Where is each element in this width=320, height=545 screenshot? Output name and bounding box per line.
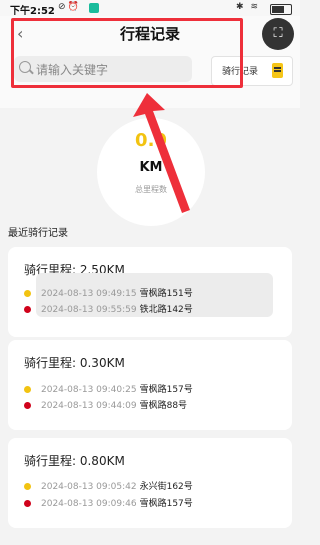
document-icon (272, 63, 283, 78)
total-distance-value: 0.0 (135, 130, 167, 151)
start-address: 雪枫路157号 (139, 385, 193, 395)
start-dot-icon (24, 290, 31, 297)
end-address: 铁北路142号 (139, 305, 193, 315)
status-icons: ⊘⏰ (58, 2, 81, 12)
app-notification-icon (89, 3, 99, 13)
ride-distance: 骑行里程: 0.30KM (24, 356, 125, 370)
start-point: 2024-08-13 09:40:25 雪枫路157号 (24, 382, 193, 395)
start-dot-icon (24, 386, 31, 393)
start-dot-icon (24, 483, 31, 490)
ride-records-label: 骑行记录 (222, 67, 259, 77)
ride-distance: 骑行里程: 0.80KM (24, 454, 125, 468)
search-icon (19, 61, 31, 73)
search-input[interactable] (34, 59, 188, 81)
end-dot-icon (24, 402, 31, 409)
total-distance-label: 总里程数 (135, 185, 167, 194)
end-point: 2024-08-13 09:55:59 铁北路142号 (24, 302, 193, 315)
start-time: 2024-08-13 09:49:15 (41, 289, 137, 299)
start-point: 2024-08-13 09:49:15 雪枫路151号 (24, 286, 193, 299)
start-address: 永兴街162号 (139, 482, 193, 492)
battery-icon (270, 4, 292, 15)
end-time: 2024-08-13 09:44:09 (41, 401, 137, 411)
total-distance-summary: 0.0 KM 总里程数 (97, 118, 205, 226)
status-bar: 下午2:52 ⊘⏰ ✱ ≋ (0, 0, 300, 17)
total-distance-unit: KM (139, 160, 163, 175)
start-point: 2024-08-13 09:05:42 永兴街162号 (24, 479, 193, 492)
end-dot-icon (24, 500, 31, 507)
end-dot-icon (24, 306, 31, 313)
start-time: 2024-08-13 09:05:42 (41, 482, 137, 492)
end-time: 2024-08-13 09:09:46 (41, 499, 137, 509)
search-box[interactable] (14, 56, 192, 82)
end-point: 2024-08-13 09:09:46 雪枫路157号 (24, 496, 193, 509)
scan-text-icon[interactable]: ⛶ (262, 18, 294, 50)
end-address: 雪枫路157号 (139, 499, 193, 509)
section-title: 最近骑行记录 (8, 228, 68, 239)
ride-record-card[interactable]: 骑行里程: 2.50KM 2024-08-13 09:49:15 雪枫路151号 … (8, 247, 292, 337)
status-time: 下午2:52 (10, 6, 55, 17)
end-time: 2024-08-13 09:55:59 (41, 305, 137, 315)
start-address: 雪枫路151号 (139, 289, 193, 299)
ride-record-card[interactable]: 骑行里程: 0.80KM 2024-08-13 09:05:42 永兴街162号 … (8, 438, 292, 528)
ride-record-card[interactable]: 骑行里程: 0.30KM 2024-08-13 09:40:25 雪枫路157号 … (8, 340, 292, 430)
ride-records-button[interactable]: 骑行记录 (211, 56, 293, 86)
start-time: 2024-08-13 09:40:25 (41, 385, 137, 395)
page-title: 行程记录 (119, 25, 180, 43)
header: ‹ 行程记录 ⛶ 骑行记录 (0, 16, 300, 108)
bluetooth-icon: ✱ ≋ (236, 2, 260, 12)
end-point: 2024-08-13 09:44:09 雪枫路88号 (24, 398, 187, 411)
end-address: 雪枫路88号 (139, 401, 188, 411)
